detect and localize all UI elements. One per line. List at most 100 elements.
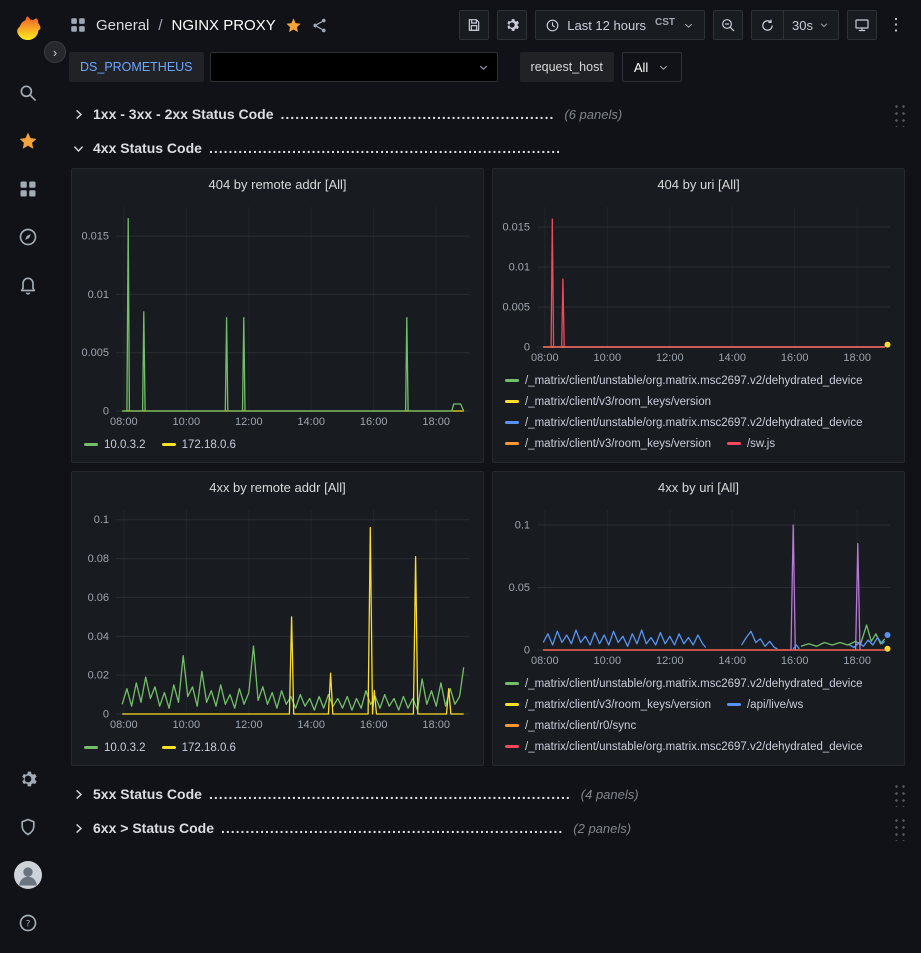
request-host-variable-label[interactable]: request_host [520,52,614,82]
panel-4xx-by-uri: 4xx by uri [All] 00.050.108:0010:0012:00… [492,471,905,766]
svg-text:12:00: 12:00 [235,719,263,731]
svg-text:18:00: 18:00 [422,719,450,731]
time-range-picker[interactable]: Last 12 hours CST [535,10,705,40]
zoom-out-icon [720,17,736,33]
dashboard-settings-button[interactable] [497,10,527,40]
legend-item[interactable]: /_matrix/client/unstable/org.matrix.msc2… [505,417,863,429]
svg-text:10:00: 10:00 [173,416,201,428]
chevron-down-icon [682,19,695,32]
svg-text:18:00: 18:00 [843,655,871,667]
avatar [14,861,42,889]
help-icon: ? [18,913,38,933]
svg-text:14:00: 14:00 [297,719,325,731]
panel-header[interactable]: 404 by uri [All] [493,169,904,199]
toolbar: Last 12 hours CST [459,10,907,40]
legend-item[interactable]: /_matrix/client/r0/sync [505,720,636,732]
legend-item[interactable]: /_matrix/client/v3/room_keys/version [505,699,711,711]
legend-item[interactable]: /api/live/ws [727,699,803,711]
svg-text:0.01: 0.01 [88,289,109,301]
svg-text:0.005: 0.005 [81,347,109,359]
legend-item[interactable]: 10.0.3.2 [84,439,146,451]
panel-header[interactable]: 4xx by uri [All] [493,472,904,502]
svg-text:12:00: 12:00 [235,416,263,428]
legend-item[interactable]: /_matrix/client/v3/room_keys/version [505,438,711,450]
time-series-chart[interactable]: 00.050.108:0010:0012:0014:0016:0018:00 [493,502,904,670]
legend-item[interactable]: /_matrix/client/unstable/org.matrix.msc2… [505,741,863,753]
svg-text:12:00: 12:00 [656,655,684,667]
zoom-out-time-button[interactable] [713,10,743,40]
apps-grid-icon [18,179,38,199]
grafana-flame-icon [11,10,45,44]
svg-text:16:00: 16:00 [360,719,388,731]
row-drag-handle[interactable] [891,815,905,841]
sidebar-item-dashboards[interactable] [6,168,50,210]
sidebar-item-explore[interactable] [6,216,50,258]
row-drag-handle[interactable] [891,781,905,807]
save-dashboard-button[interactable] [459,10,489,40]
dashboard-canvas: 1xx - 3xx - 2xx Status Code ............… [55,92,921,953]
svg-text:0.01: 0.01 [509,262,530,274]
tv-mode-button[interactable] [847,10,877,40]
chart-svg: 00.0050.010.01508:0010:0012:0014:0016:00… [72,199,483,431]
time-series-chart[interactable]: 00.020.040.060.080.108:0010:0012:0014:00… [72,502,483,734]
time-series-chart[interactable]: 00.0050.010.01508:0010:0012:0014:0016:00… [493,199,904,367]
legend-item[interactable]: /_matrix/client/unstable/org.matrix.msc2… [505,678,863,690]
share-icon[interactable] [311,17,328,34]
svg-text:0.04: 0.04 [88,631,109,643]
chevron-right-icon [71,787,93,802]
svg-text:0.08: 0.08 [88,553,109,565]
svg-text:0.06: 0.06 [88,592,109,604]
refresh-icon [760,18,775,33]
breadcrumb-separator: / [158,17,162,34]
grafana-logo[interactable] [11,10,45,47]
chevron-right-icon [71,107,93,122]
sidebar-item-help[interactable]: ? [6,902,50,944]
chart-svg: 00.0050.010.01508:0010:0012:0014:0016:00… [493,199,904,367]
sidebar-item-search[interactable] [6,72,50,114]
row-4xx-status-code[interactable]: 4xx Status Code ........................… [71,134,905,162]
time-range-label: Last 12 hours [567,18,646,33]
svg-text:0.1: 0.1 [94,514,109,526]
legend-item[interactable]: /sw.js [727,438,775,450]
refresh-button[interactable] [752,11,783,39]
legend-item[interactable]: /_matrix/client/unstable/org.matrix.msc2… [505,375,863,387]
row-1xx-3xx-2xx-status-code[interactable]: 1xx - 3xx - 2xx Status Code ............… [71,100,905,128]
svg-text:0: 0 [103,406,109,418]
svg-text:10:00: 10:00 [173,719,201,731]
svg-text:0.1: 0.1 [515,520,530,532]
legend-item[interactable]: /_matrix/client/v3/room_keys/version [505,396,711,408]
sidebar-item-starred[interactable] [6,120,50,162]
datasource-variable-label[interactable]: DS_PROMETHEUS [69,52,204,82]
sidebar-item-configuration[interactable] [6,758,50,800]
svg-text:08:00: 08:00 [531,655,559,667]
sidebar-item-alerting[interactable] [6,264,50,306]
row-6xx-status-code[interactable]: 6xx > Status Code ......................… [71,814,905,842]
refresh-interval-dropdown[interactable]: 30s [783,11,838,39]
svg-text:0.005: 0.005 [502,302,530,314]
chart-svg: 00.020.040.060.080.108:0010:0012:0014:00… [72,502,483,734]
row-5xx-status-code[interactable]: 5xx Status Code ........................… [71,780,905,808]
clock-icon [545,18,560,33]
svg-text:14:00: 14:00 [718,655,746,667]
time-series-chart[interactable]: 00.0050.010.01508:0010:0012:0014:0016:00… [72,199,483,431]
legend-item[interactable]: 172.18.0.6 [162,439,236,451]
kebab-menu-icon[interactable]: ⋮ [885,15,907,35]
panel-404-by-uri: 404 by uri [All] 00.0050.010.01508:0010:… [492,168,905,463]
datasource-variable-value[interactable] [210,52,498,82]
variable-request-host: request_host All [520,52,683,82]
legend-item[interactable]: 172.18.0.6 [162,742,236,754]
legend-item[interactable]: 10.0.3.2 [84,742,146,754]
breadcrumb-dashboard-title[interactable]: NGINX PROXY [172,17,276,34]
favorite-star-icon[interactable] [285,17,302,34]
breadcrumb-section[interactable]: General [96,17,149,34]
row-drag-handle[interactable] [891,101,905,127]
sidebar-item-server-admin[interactable] [6,806,50,848]
panel-header[interactable]: 4xx by remote addr [All] [72,472,483,502]
panel-header[interactable]: 404 by remote addr [All] [72,169,483,199]
top-navbar: General / NGINX PROXY [55,0,921,50]
request-host-variable-value[interactable]: All [622,52,682,82]
monitor-icon [854,17,870,33]
sidebar-expand-button[interactable]: › [44,41,66,63]
sidebar-item-profile[interactable] [6,854,50,896]
chevron-down-icon [818,19,830,31]
